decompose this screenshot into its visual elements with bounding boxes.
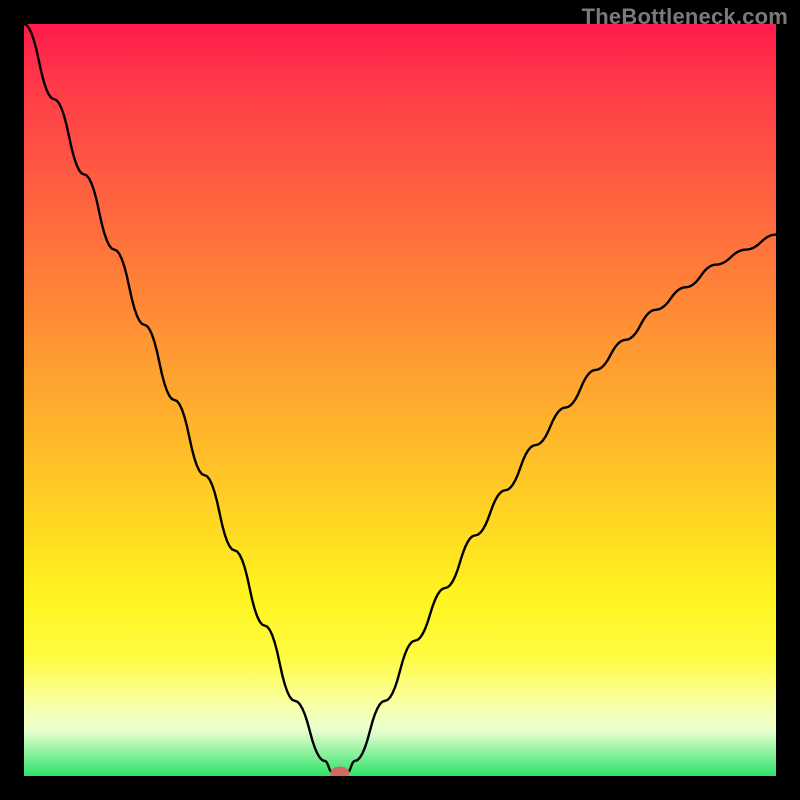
curve-layer [24,24,776,776]
plot-area [24,24,776,776]
chart-frame: TheBottleneck.com [0,0,800,800]
watermark-text: TheBottleneck.com [582,4,788,30]
bottleneck-curve [24,24,776,776]
minimum-marker [331,767,349,776]
